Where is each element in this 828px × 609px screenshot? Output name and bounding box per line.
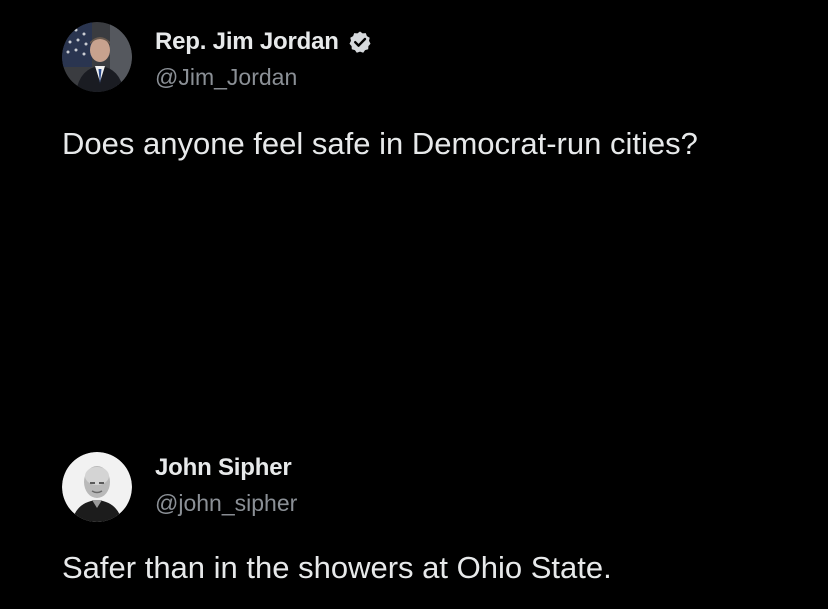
profile-photo-icon	[62, 452, 132, 522]
display-name[interactable]: Rep. Jim Jordan	[155, 28, 339, 56]
tweet-text: Does anyone feel safe in Democrat-run ci…	[62, 126, 698, 161]
avatar-jim-jordan[interactable]	[62, 22, 132, 92]
handle[interactable]: @john_sipher	[155, 490, 297, 517]
handle[interactable]: @Jim_Jordan	[155, 64, 297, 91]
display-name[interactable]: John Sipher	[155, 454, 292, 482]
name-row: Rep. Jim Jordan	[155, 28, 372, 56]
tweet-text: Safer than in the showers at Ohio State.	[62, 550, 612, 585]
verified-badge-icon	[349, 31, 371, 53]
avatar-john-sipher[interactable]	[62, 452, 132, 522]
name-row: John Sipher	[155, 454, 292, 482]
profile-photo-icon	[62, 22, 132, 92]
